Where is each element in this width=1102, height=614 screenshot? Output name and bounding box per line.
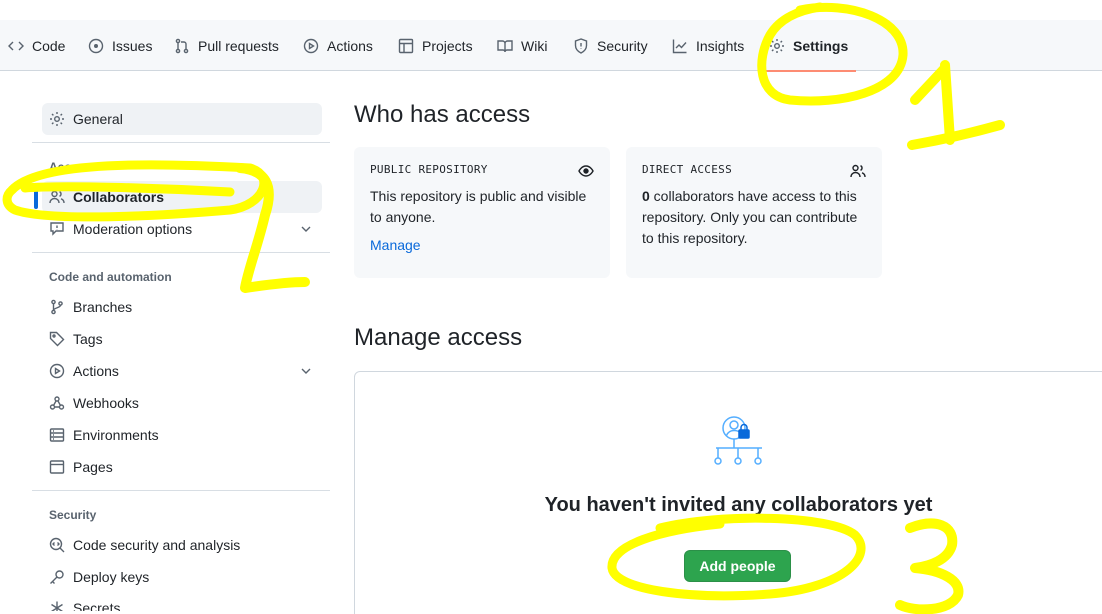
webhook-icon xyxy=(49,396,65,410)
sidebar-divider xyxy=(32,490,330,491)
sidebar-item-label: General xyxy=(73,111,123,127)
tab-settings-label: Settings xyxy=(793,37,849,54)
sidebar-item-label: Pages xyxy=(73,459,113,475)
play-icon xyxy=(303,38,319,53)
tab-actions[interactable]: Actions xyxy=(303,20,373,71)
gear-icon xyxy=(770,38,784,53)
tab-projects-label: Projects xyxy=(422,37,473,54)
sidebar-item-label: Environments xyxy=(73,427,159,443)
sidebar-divider xyxy=(32,252,330,253)
repo-nav-bar: Code Issues Pull requests Actions Projec… xyxy=(0,20,1102,72)
sidebar-item-label: Tags xyxy=(73,331,103,347)
tag-icon xyxy=(49,331,65,347)
sidebar-item-label: Moderation options xyxy=(73,221,193,237)
public-repository-card: PUBLIC REPOSITORY This repository is pub… xyxy=(354,147,610,278)
collaborator-count: 0 xyxy=(642,188,650,204)
tab-actions-label: Actions xyxy=(327,37,373,54)
chevron-down-icon[interactable] xyxy=(298,221,314,237)
sidebar-item-label: Branches xyxy=(73,299,133,315)
tab-projects[interactable]: Projects xyxy=(398,20,473,71)
direct-access-text: collaborators have access to this reposi… xyxy=(642,188,858,246)
who-has-access-title: Who has access xyxy=(354,101,531,128)
code-icon xyxy=(8,41,24,50)
manage-access-title: Manage access xyxy=(354,324,523,351)
card-text: 0 collaborators have access to this repo… xyxy=(642,186,866,249)
table-icon xyxy=(398,38,414,53)
pull-request-icon xyxy=(175,38,189,53)
sidebar-item-general[interactable]: General xyxy=(42,103,322,135)
tab-issues[interactable]: Issues xyxy=(88,20,152,71)
manage-access-panel: You haven't invited any collaborators ye… xyxy=(354,371,1102,614)
sidebar-item-code-security[interactable]: Code security and analysis xyxy=(42,529,322,561)
branch-icon xyxy=(51,299,63,315)
tab-insights[interactable]: Insights xyxy=(672,20,744,71)
card-label: PUBLIC REPOSITORY xyxy=(370,163,488,176)
sidebar-item-label: Collaborators xyxy=(73,189,165,205)
gear-icon xyxy=(50,112,64,126)
sidebar-item-collaborators[interactable]: Collaborators xyxy=(34,181,322,213)
tab-pull-requests[interactable]: Pull requests xyxy=(174,20,279,71)
play-icon xyxy=(49,363,65,379)
report-icon xyxy=(50,222,64,236)
tab-wiki[interactable]: Wiki xyxy=(497,20,547,71)
book-icon xyxy=(497,39,513,52)
tab-issues-label: Issues xyxy=(112,37,153,54)
card-text: This repository is public and visible to… xyxy=(370,188,587,225)
sidebar-item-moderation-options[interactable]: Moderation options xyxy=(42,213,322,245)
sidebar-item-branches[interactable]: Branches xyxy=(42,291,322,323)
annotation-number-1 xyxy=(907,60,1005,150)
sidebar-group-code-automation: Code and automation xyxy=(49,270,172,284)
eye-icon xyxy=(578,165,594,177)
tab-code[interactable]: Code xyxy=(8,20,65,71)
codescan-icon xyxy=(49,537,65,553)
empty-state-title: You haven't invited any collaborators ye… xyxy=(544,494,933,516)
manage-visibility-link[interactable]: Manage xyxy=(370,237,421,253)
issue-icon xyxy=(88,38,104,53)
sidebar-group-security: Security xyxy=(49,508,97,522)
sidebar-item-pages[interactable]: Pages xyxy=(42,451,322,483)
sidebar-item-label: Webhooks xyxy=(73,395,139,411)
sidebar-group-access: Access xyxy=(49,160,92,174)
tab-settings[interactable]: Settings xyxy=(762,20,857,72)
tab-security-label: Security xyxy=(597,37,648,54)
chevron-down-icon[interactable] xyxy=(298,363,314,379)
sidebar-item-deploy-keys[interactable]: Deploy keys xyxy=(42,561,322,593)
browser-icon xyxy=(49,460,65,474)
server-icon xyxy=(49,428,65,442)
sidebar-item-secrets[interactable]: Secrets xyxy=(42,593,322,611)
sidebar-item-environments[interactable]: Environments xyxy=(42,419,322,451)
sidebar-item-webhooks[interactable]: Webhooks xyxy=(42,387,322,419)
sidebar-item-label: Secrets xyxy=(73,600,121,611)
sidebar-item-tags[interactable]: Tags xyxy=(42,323,322,355)
graph-icon xyxy=(672,39,687,53)
sidebar-divider xyxy=(32,142,330,143)
sidebar-item-actions[interactable]: Actions xyxy=(42,355,322,387)
tab-security[interactable]: Security xyxy=(573,20,648,71)
sidebar-item-label: Actions xyxy=(73,363,119,379)
people-icon xyxy=(850,164,866,178)
sidebar-item-label: Deploy keys xyxy=(73,569,150,585)
collaborators-illustration-icon xyxy=(714,416,762,465)
tab-insights-label: Insights xyxy=(696,37,745,54)
add-people-button[interactable]: Add people xyxy=(684,550,791,582)
key-icon xyxy=(50,570,64,584)
asterisk-icon xyxy=(51,601,63,611)
tab-pull-requests-label: Pull requests xyxy=(198,37,279,54)
sidebar-item-label: Code security and analysis xyxy=(73,537,241,553)
tab-wiki-label: Wiki xyxy=(521,37,548,54)
tab-code-label: Code xyxy=(32,37,66,54)
direct-access-card: DIRECT ACCESS 0 collaborators have acces… xyxy=(626,147,882,278)
people-icon xyxy=(49,190,65,204)
shield-icon xyxy=(574,37,588,54)
card-label: DIRECT ACCESS xyxy=(642,163,732,176)
